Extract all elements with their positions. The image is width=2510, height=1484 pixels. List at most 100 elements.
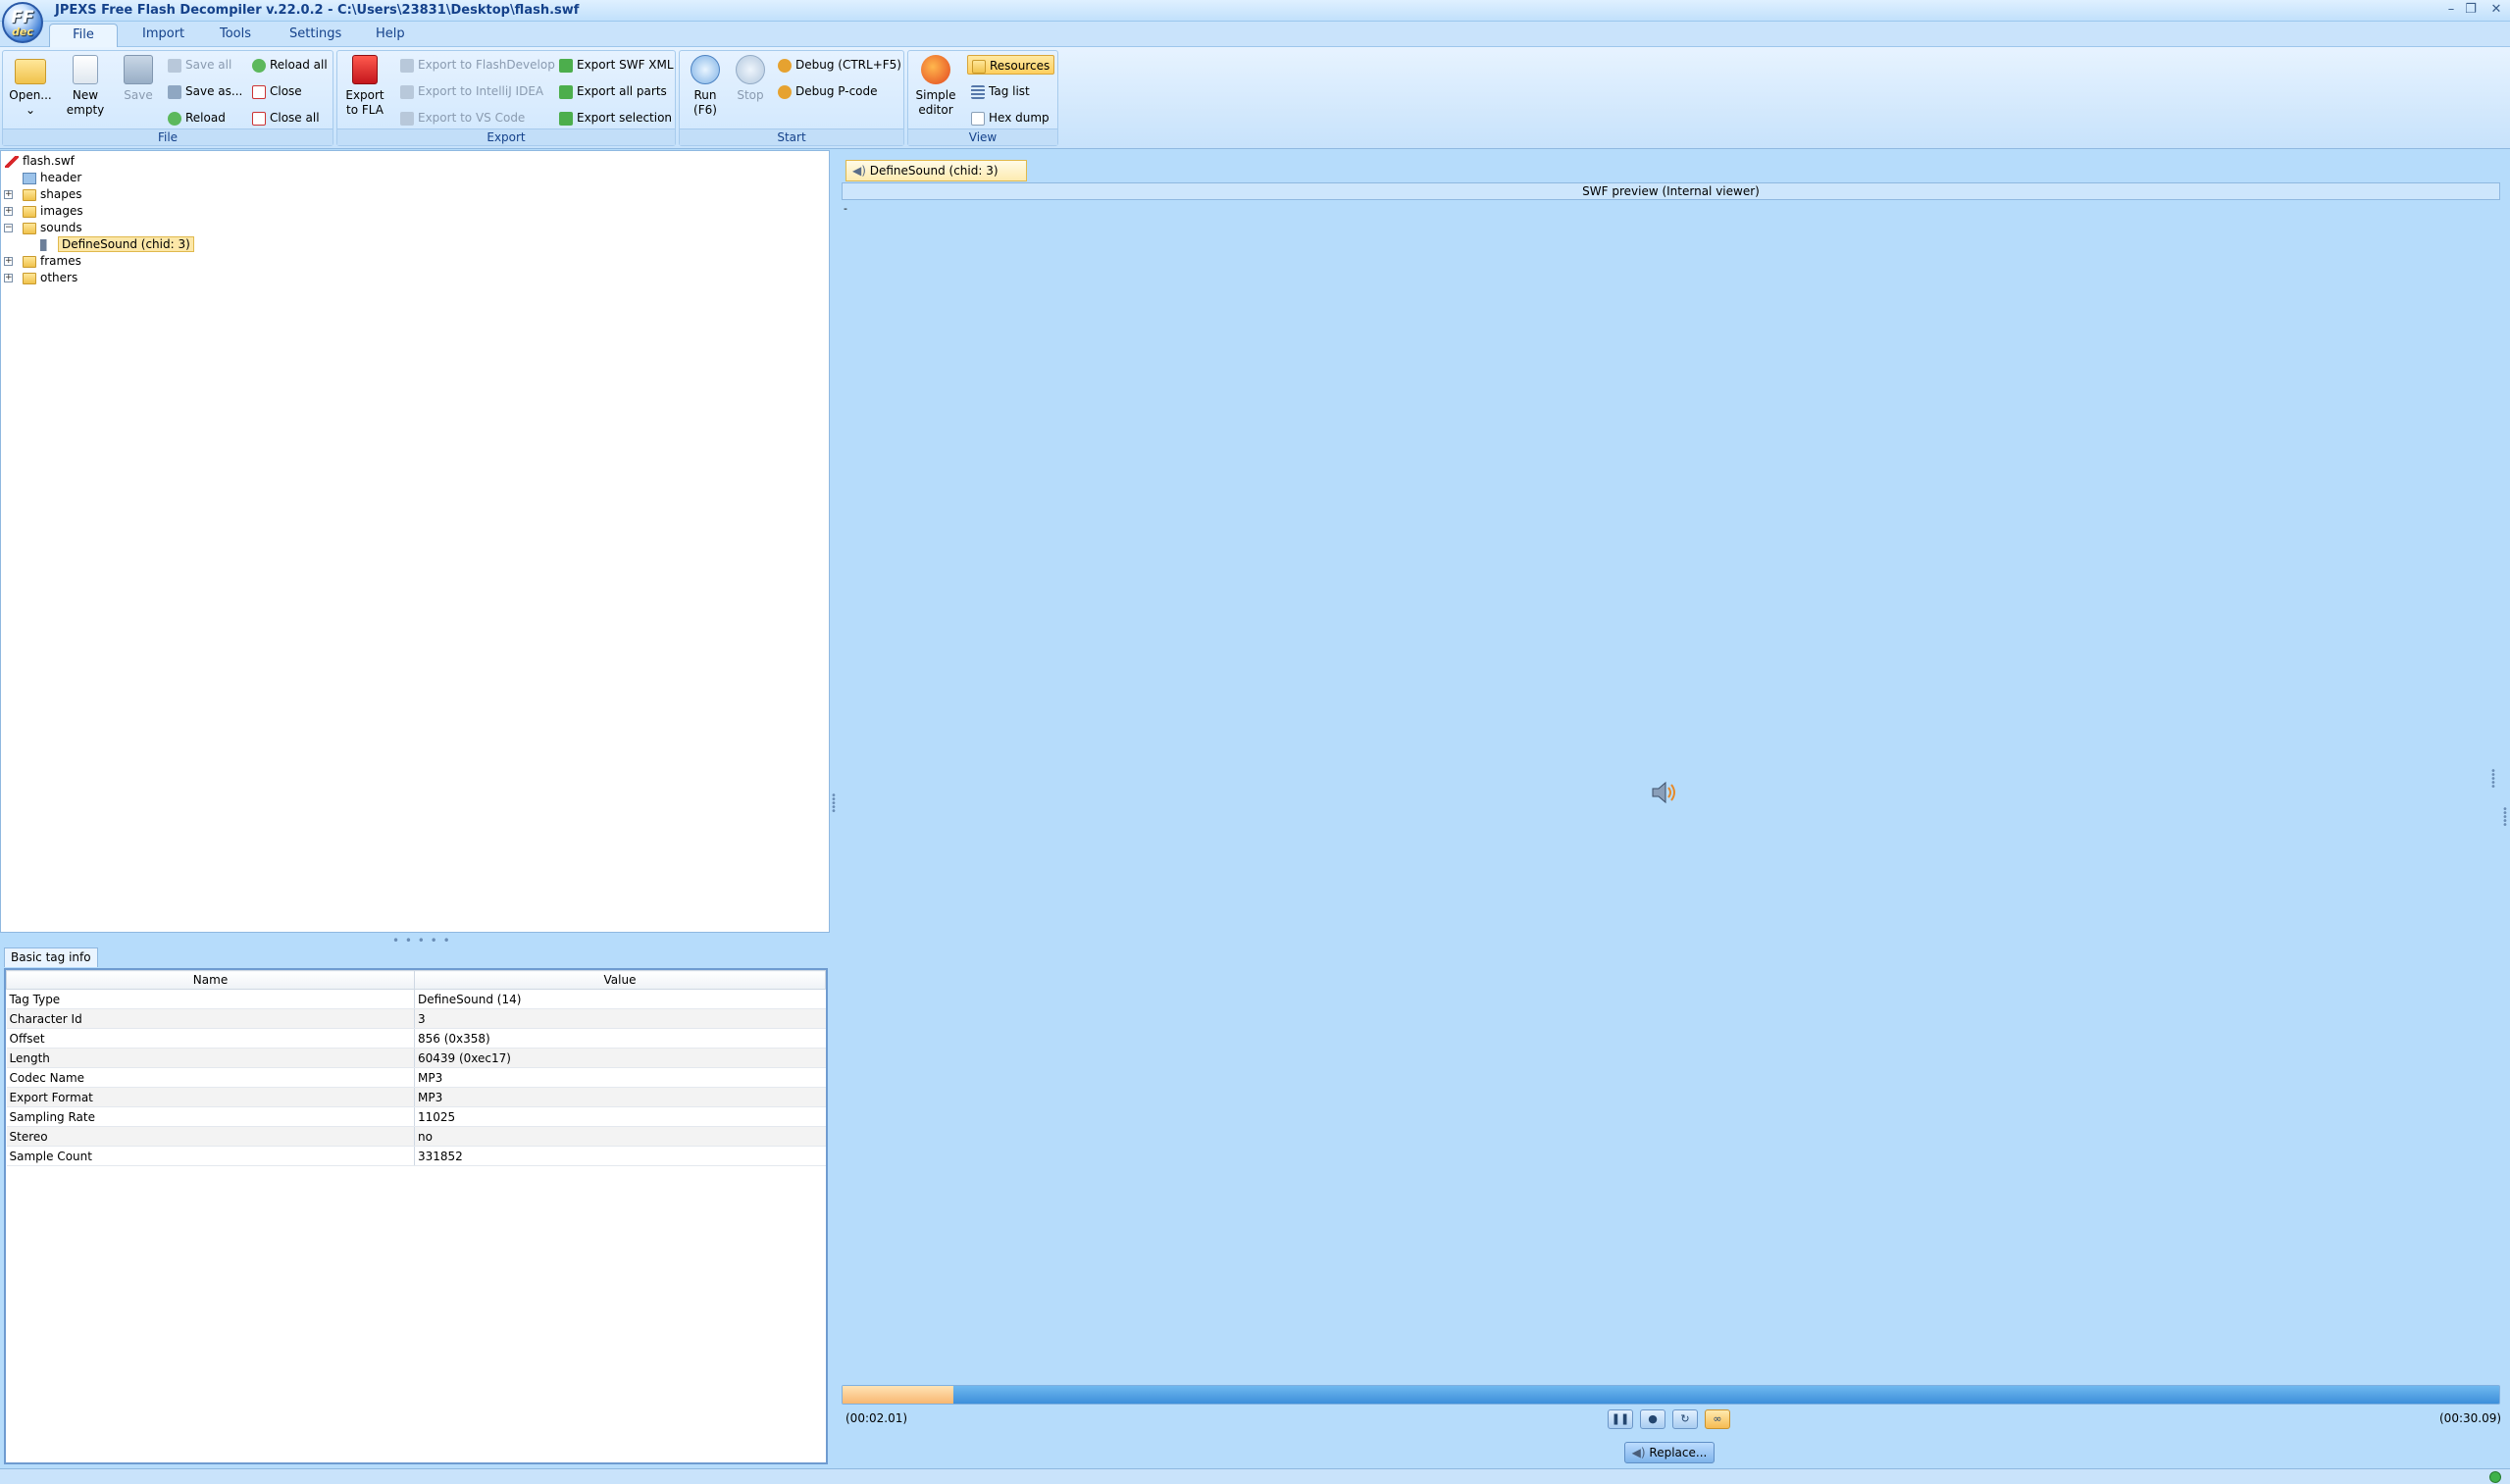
tree-item-shapes[interactable]: + shapes xyxy=(1,186,81,203)
resources-folder-icon xyxy=(972,59,986,74)
export-selection-button[interactable]: Export selection xyxy=(559,108,672,128)
time-current: (00:02.01) xyxy=(845,1411,908,1425)
table-row[interactable]: Offset 856 (0x358) xyxy=(6,1028,826,1049)
close-window-button[interactable]: ✕ xyxy=(2487,2,2505,18)
table-row[interactable]: Stereo no xyxy=(6,1126,826,1147)
tree-item-others[interactable]: + others xyxy=(1,270,77,286)
hex-dump-button[interactable]: Hex dump xyxy=(971,108,1050,128)
export-flashdevelop-button[interactable]: Export to FlashDevelop xyxy=(400,55,555,75)
folder-icon xyxy=(23,205,36,218)
export-swf-xml-label: Export SWF XML xyxy=(577,58,674,72)
table-row[interactable]: Codec Name MP3 xyxy=(6,1067,826,1088)
status-bar xyxy=(0,1468,2510,1484)
floppy-disk-icon xyxy=(124,55,153,84)
save-as-icon xyxy=(168,84,181,99)
horizontal-splitter[interactable]: • • • • • xyxy=(392,934,451,947)
table-row[interactable]: Export Format MP3 xyxy=(6,1087,826,1107)
debug-button[interactable]: Debug (CTRL+F5) xyxy=(778,55,901,75)
pause-button[interactable]: ❚❚ xyxy=(1608,1409,1633,1429)
save-label: Save xyxy=(124,88,153,102)
menu-file[interactable]: File xyxy=(49,24,118,48)
cell-name: Stereo xyxy=(6,1126,415,1147)
open-label: Open... xyxy=(9,88,52,102)
run-label-2: (F6) xyxy=(693,103,717,117)
table-row[interactable]: Sampling Rate 11025 xyxy=(6,1106,826,1127)
folder-open-icon xyxy=(23,222,36,234)
minimize-button[interactable]: – xyxy=(2442,2,2460,18)
vscode-icon xyxy=(400,111,414,126)
export-all-parts-button[interactable]: Export all parts xyxy=(559,81,667,101)
ribbon-group-file: Open... ⌄ New empty Save Save all Save a… xyxy=(2,50,333,146)
close-button[interactable]: Close xyxy=(252,81,302,101)
tab-definesound-label: DefineSound (chid: 3) xyxy=(869,164,999,178)
flashdevelop-icon xyxy=(400,58,414,73)
menu-import[interactable]: Import xyxy=(142,26,184,41)
reload-button[interactable]: Reload xyxy=(168,108,226,128)
tree-item-header[interactable]: header xyxy=(23,170,81,186)
tree-root[interactable]: flash.swf xyxy=(5,153,75,170)
close-all-button[interactable]: Close all xyxy=(252,108,320,128)
group-label-file: File xyxy=(3,128,333,145)
resources-button[interactable]: Resources xyxy=(967,55,1055,75)
stop-button[interactable]: Stop xyxy=(725,55,776,103)
tab-definesound[interactable]: ◀) DefineSound (chid: 3) xyxy=(845,160,1027,181)
reload-all-button[interactable]: Reload all xyxy=(252,55,328,75)
save-all-button[interactable]: Save all xyxy=(168,55,231,75)
menu-help[interactable]: Help xyxy=(376,26,405,41)
tree-item-frames[interactable]: + frames xyxy=(1,253,81,270)
table-row[interactable]: Sample Count 331852 xyxy=(6,1146,826,1166)
restore-button[interactable]: ❐ xyxy=(2462,2,2480,18)
save-as-button[interactable]: Save as... xyxy=(168,81,242,101)
restart-icon: ↻ xyxy=(1680,1412,1690,1425)
folder-icon xyxy=(23,255,36,268)
column-header-value[interactable]: Value xyxy=(414,970,826,990)
table-row[interactable]: Character Id 3 xyxy=(6,1008,826,1029)
cell-value: 60439 (0xec17) xyxy=(414,1048,826,1068)
stop-icon: ● xyxy=(1648,1412,1658,1425)
save-button[interactable]: Save xyxy=(113,55,164,103)
collapse-toggle-icon[interactable]: − xyxy=(4,224,13,232)
replace-button[interactable]: ◀) Replace... xyxy=(1624,1442,1715,1463)
export-intellij-button[interactable]: Export to IntelliJ IDEA xyxy=(400,81,543,101)
stop-playback-button[interactable]: ● xyxy=(1640,1409,1665,1429)
side-grip-2[interactable]: • • • • • xyxy=(2502,805,2508,831)
debug-pcode-button[interactable]: Debug P-code xyxy=(778,81,878,101)
loop-button[interactable]: ∞ xyxy=(1705,1409,1730,1429)
new-empty-button[interactable]: New empty xyxy=(60,55,111,118)
table-row[interactable]: Tag Type DefineSound (14) xyxy=(6,989,826,1009)
tree-item-sounds[interactable]: − sounds xyxy=(1,220,82,236)
menu-tools[interactable]: Tools xyxy=(220,26,251,41)
open-button[interactable]: Open... ⌄ xyxy=(5,55,56,118)
tree-item-images[interactable]: + images xyxy=(1,203,83,220)
table-row[interactable]: Length 60439 (0xec17) xyxy=(6,1048,826,1068)
export-fla-button[interactable]: Export to FLA xyxy=(339,55,390,118)
run-button[interactable]: Run (F6) xyxy=(680,55,731,118)
playback-progress-bar[interactable] xyxy=(842,1385,2500,1405)
tag-list-button[interactable]: Tag list xyxy=(971,81,1030,101)
list-icon xyxy=(971,84,985,99)
tree-item-images-label: images xyxy=(40,204,83,218)
close-all-icon xyxy=(252,111,266,126)
expand-toggle-icon[interactable]: + xyxy=(4,257,13,266)
preview-dash: - xyxy=(844,202,847,215)
resource-tree[interactable]: flash.swf header + shapes + images − sou… xyxy=(0,150,830,933)
expand-toggle-icon[interactable]: + xyxy=(4,274,13,282)
expand-toggle-icon[interactable]: + xyxy=(4,190,13,199)
tab-basic-tag-info[interactable]: Basic tag info xyxy=(4,947,98,967)
simple-editor-button[interactable]: Simple editor xyxy=(910,55,961,118)
bug-pcode-icon xyxy=(778,84,792,99)
ffdec-logo[interactable]: FF dec xyxy=(2,2,43,43)
vertical-splitter[interactable]: • • • • • xyxy=(831,792,839,817)
side-grip[interactable]: • • • • • xyxy=(2490,767,2496,793)
ribbon-group-view: Simple editor Resources Tag list Hex dum… xyxy=(907,50,1058,146)
restart-button[interactable]: ↻ xyxy=(1672,1409,1698,1429)
export-swf-xml-button[interactable]: Export SWF XML xyxy=(559,55,674,75)
preview-header: SWF preview (Internal viewer) xyxy=(842,182,2500,200)
export-all-parts-label: Export all parts xyxy=(577,84,667,98)
tree-item-definesound[interactable]: DefineSound (chid: 3) xyxy=(40,236,194,253)
export-vscode-button[interactable]: Export to VS Code xyxy=(400,108,525,128)
menu-settings[interactable]: Settings xyxy=(289,26,341,41)
cell-name: Tag Type xyxy=(6,989,415,1009)
expand-toggle-icon[interactable]: + xyxy=(4,207,13,216)
column-header-name[interactable]: Name xyxy=(6,970,415,990)
